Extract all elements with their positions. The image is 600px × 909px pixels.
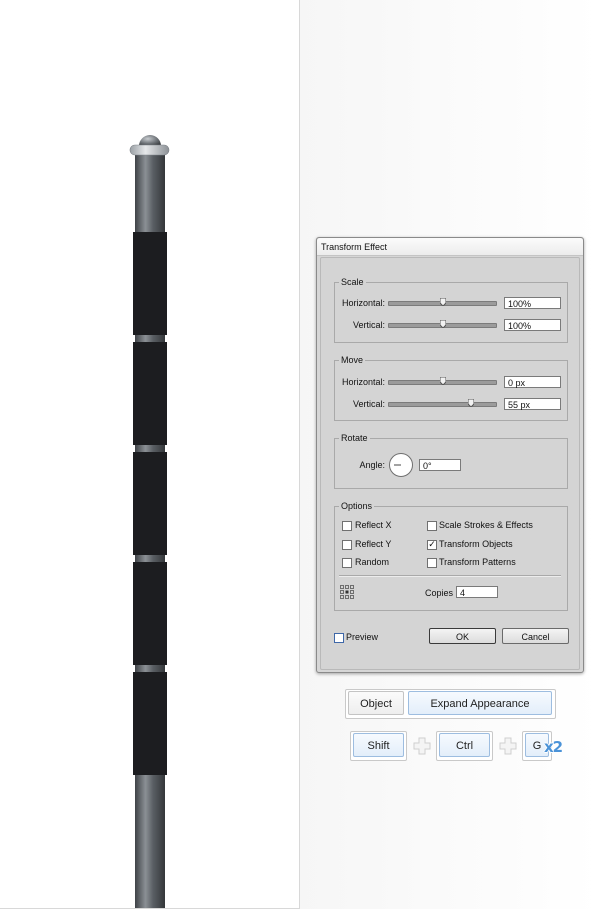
move-horizontal-label: Horizontal:: [341, 377, 385, 387]
scale-vertical-slider[interactable]: [388, 320, 497, 328]
reflect-y-checkbox[interactable]: [342, 540, 352, 550]
cancel-button[interactable]: Cancel: [502, 628, 569, 644]
scale-vertical-label: Vertical:: [352, 320, 385, 330]
pole-cap-ring: [129, 144, 170, 156]
move-group: Move Horizontal: 0 px Vertical: 55 px: [334, 354, 568, 421]
angle-input[interactable]: 0°: [419, 459, 461, 471]
move-vertical-input[interactable]: 55 px: [504, 398, 561, 410]
plus-icon: [413, 737, 431, 755]
expand-appearance-menu-item[interactable]: Expand Appearance: [408, 691, 552, 715]
move-vertical-slider[interactable]: [388, 399, 497, 407]
scale-group: Scale Horizontal: 100% Vertical: 100%: [334, 276, 568, 343]
artboard: [0, 0, 300, 909]
reflect-y-label[interactable]: Reflect Y: [355, 538, 391, 550]
options-legend: Options: [339, 500, 375, 512]
move-vertical-label: Vertical:: [352, 399, 385, 409]
ok-button[interactable]: OK: [429, 628, 496, 644]
scale-strokes-checkbox[interactable]: [427, 521, 437, 531]
copies-input[interactable]: 4: [456, 586, 498, 598]
pole-band-1: [133, 232, 167, 335]
object-menu-button[interactable]: Object: [348, 691, 404, 715]
ctrl-key: Ctrl: [439, 733, 490, 757]
reflect-x-checkbox[interactable]: [342, 521, 352, 531]
transform-effect-dialog: Transform Effect Scale Horizontal: 100% …: [316, 237, 584, 673]
transform-objects-label[interactable]: Transform Objects: [439, 538, 513, 550]
pole-illustration: [129, 135, 170, 908]
transform-patterns-checkbox[interactable]: [427, 558, 437, 568]
scale-vertical-input[interactable]: 100%: [504, 319, 561, 331]
pole-cap-knob: [139, 135, 161, 146]
plus-icon: [499, 737, 517, 755]
slider-thumb[interactable]: [439, 320, 446, 328]
move-legend: Move: [339, 354, 366, 366]
options-divider: [339, 575, 561, 577]
reflect-x-label[interactable]: Reflect X: [355, 519, 392, 531]
random-label[interactable]: Random: [355, 556, 389, 568]
dialog-title[interactable]: Transform Effect: [317, 238, 583, 256]
slider-thumb[interactable]: [439, 377, 446, 385]
preview-label[interactable]: Preview: [346, 631, 378, 643]
scale-strokes-label[interactable]: Scale Strokes & Effects: [439, 519, 533, 531]
pole-band-3: [133, 452, 167, 555]
transform-patterns-label[interactable]: Transform Patterns: [439, 556, 516, 568]
ctrl-key-wrap: Ctrl: [436, 731, 493, 761]
scale-horizontal-input[interactable]: 100%: [504, 297, 561, 309]
scale-legend: Scale: [339, 276, 366, 288]
transform-objects-checkbox[interactable]: ✓: [427, 540, 437, 550]
move-horizontal-input[interactable]: 0 px: [504, 376, 561, 388]
scale-horizontal-label: Horizontal:: [341, 298, 385, 308]
angle-label: Angle:: [359, 460, 385, 470]
rotate-legend: Rotate: [339, 432, 370, 444]
menu-path: Object Expand Appearance: [345, 689, 556, 719]
dialog-body: Scale Horizontal: 100% Vertical: 100% Mo…: [320, 257, 580, 670]
options-group: Options Reflect X Reflect Y Random Scale…: [334, 500, 568, 611]
move-horizontal-slider[interactable]: [388, 377, 497, 385]
copies-label: Copies: [425, 588, 454, 598]
pole-band-5: [133, 672, 167, 775]
angle-indicator-icon: [394, 464, 401, 466]
reference-point-icon[interactable]: [340, 585, 355, 600]
random-checkbox[interactable]: [342, 558, 352, 568]
rotate-group: Rotate Angle: 0°: [334, 432, 568, 489]
slider-thumb[interactable]: [468, 399, 475, 407]
pole-band-2: [133, 342, 167, 445]
angle-dial[interactable]: [389, 453, 413, 477]
slider-thumb[interactable]: [439, 298, 446, 306]
pole-band-4: [133, 562, 167, 665]
scale-horizontal-slider[interactable]: [388, 298, 497, 306]
shift-key-wrap: Shift: [350, 731, 407, 761]
preview-checkbox[interactable]: [334, 633, 344, 643]
shift-key: Shift: [353, 733, 404, 757]
repeat-badge: x2: [544, 738, 563, 756]
